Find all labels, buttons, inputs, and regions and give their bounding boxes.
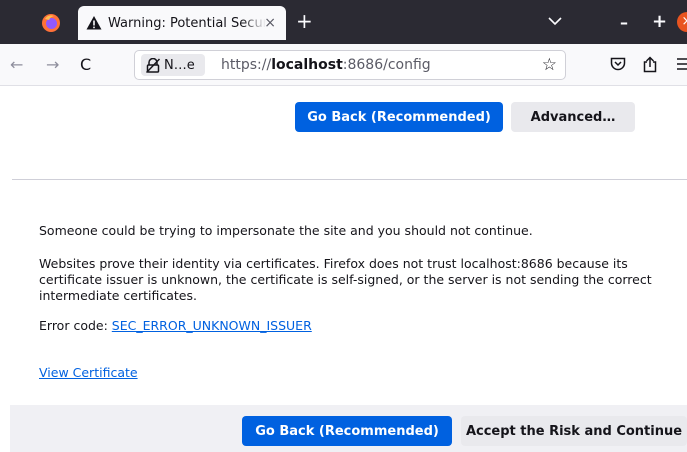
identity-label: N…e — [164, 57, 195, 73]
advanced-button[interactable]: Advanced… — [511, 102, 635, 132]
insecure-lock-icon — [146, 57, 160, 73]
chevron-down-icon[interactable] — [548, 16, 562, 26]
certificate-explanation-text: Websites prove their identity via certif… — [39, 256, 652, 303]
window-close-button[interactable]: × — [677, 12, 687, 32]
identity-box[interactable]: N…e — [141, 54, 205, 76]
url-host: localhost — [271, 57, 343, 73]
warning-triangle-icon — [86, 16, 102, 30]
section-divider — [12, 179, 687, 180]
new-tab-button[interactable]: + — [296, 11, 313, 31]
error-code-line: Error code: SEC_ERROR_UNKNOWN_ISSUER — [39, 318, 312, 334]
view-certificate-link[interactable]: View Certificate — [39, 365, 138, 380]
url-bar[interactable]: N…e https://localhost:8686/config ☆ — [134, 50, 566, 80]
go-back-bottom-button[interactable]: Go Back (Recommended) — [242, 416, 452, 446]
url-scheme: https:// — [221, 57, 272, 73]
error-code-label: Error code: — [39, 318, 112, 333]
url-path: :8686/config — [342, 57, 431, 73]
navigation-toolbar: ← → C N…e https://localhost:8686/config … — [0, 44, 687, 86]
error-code-link[interactable]: SEC_ERROR_UNKNOWN_ISSUER — [112, 318, 312, 333]
tab-active[interactable]: Warning: Potential Security Risk Ahead × — [78, 6, 286, 40]
hamburger-menu-icon[interactable] — [676, 58, 687, 70]
bookmark-star-icon[interactable]: ☆ — [542, 57, 557, 74]
window-maximize-button[interactable]: + — [652, 11, 667, 32]
go-back-button[interactable]: Go Back (Recommended) — [295, 102, 503, 132]
forward-button[interactable]: → — [46, 57, 59, 73]
pocket-icon[interactable] — [610, 57, 626, 72]
tab-close-icon[interactable]: × — [264, 15, 276, 31]
back-button[interactable]: ← — [10, 57, 23, 73]
tab-title: Warning: Potential Security Risk Ahead — [108, 15, 266, 31]
share-icon[interactable] — [642, 56, 658, 73]
window-minimize-button[interactable]: – — [620, 13, 628, 32]
impersonation-warning-text: Someone could be trying to impersonate t… — [39, 223, 533, 238]
reload-button[interactable]: C — [80, 57, 91, 73]
view-certificate-line: View Certificate — [39, 365, 138, 381]
accept-risk-button[interactable]: Accept the Risk and Continue — [461, 416, 687, 446]
firefox-logo-icon[interactable] — [41, 13, 61, 33]
tab-bar: Warning: Potential Security Risk Ahead ×… — [0, 0, 687, 44]
url-text[interactable]: https://localhost:8686/config — [221, 57, 431, 73]
